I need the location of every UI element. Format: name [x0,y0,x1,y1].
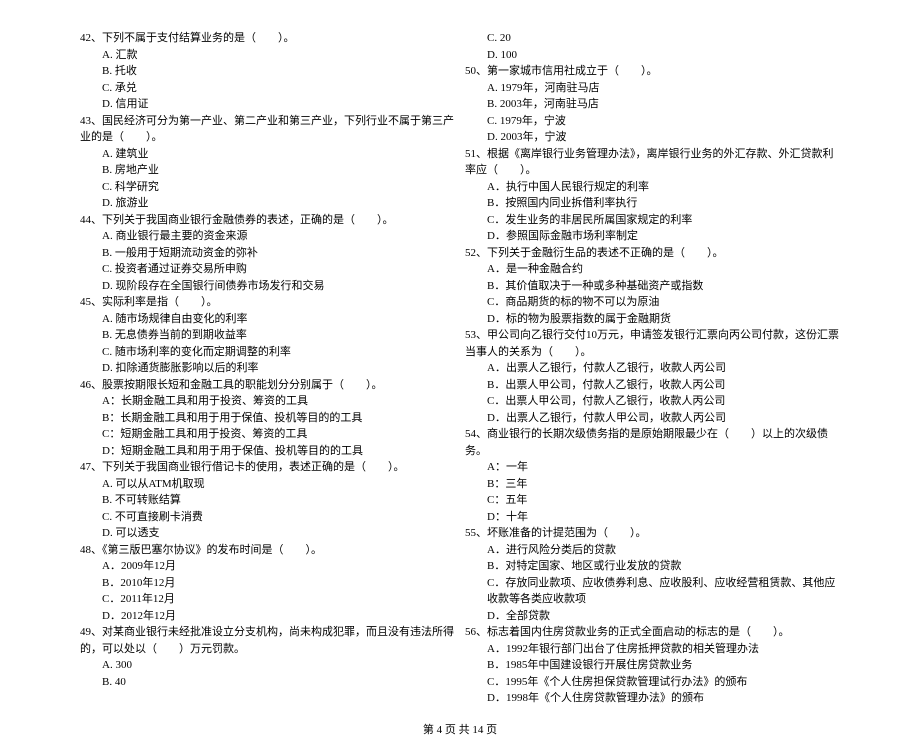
q51-a: A．执行中国人民银行规定的利率 [465,179,840,196]
q56-a: A．1992年银行部门出台了住房抵押贷款的相关管理办法 [465,641,840,658]
q49-c: C. 20 [465,30,840,47]
q53-d: D．出票人乙银行，付款人甲公司，收款人丙公司 [465,410,840,427]
q55-b: B．对特定国家、地区或行业发放的贷款 [465,558,840,575]
q55-text: 55、坏账准备的计提范围为（ ）。 [465,525,840,542]
q43-b: B. 房地产业 [80,162,455,179]
left-column: 42、下列不属于支付结算业务的是（ ）。 A. 汇款 B. 托收 C. 承兑 D… [80,30,455,707]
q46-a: A：长期金融工具和用于投资、筹资的工具 [80,393,455,410]
q49-text: 49、对某商业银行未经批准设立分支机构，尚未构成犯罪，而且没有违法所得的，可以处… [80,624,455,657]
q56-text: 56、标志着国内住房贷款业务的正式全面启动的标志的是（ ）。 [465,624,840,641]
right-column: C. 20 D. 100 50、第一家城市信用社成立于（ ）。 A. 1979年… [465,30,840,707]
q52-a: A．是一种金融合约 [465,261,840,278]
q52-c: C．商品期货的标的物不可以为原油 [465,294,840,311]
q54-b: B：三年 [465,476,840,493]
q51-c: C．发生业务的非居民所属国家规定的利率 [465,212,840,229]
q47-d: D. 可以透支 [80,525,455,542]
q44-b: B. 一般用于短期流动资金的弥补 [80,245,455,262]
q48-text: 48、《第三版巴塞尔协议》的发布时间是（ ）。 [80,542,455,559]
q53-b: B．出票人甲公司，付款人乙银行，收款人丙公司 [465,377,840,394]
q47-a: A. 可以从ATM机取现 [80,476,455,493]
q45-text: 45、实际利率是指（ ）。 [80,294,455,311]
q52-b: B．其价值取决于一种或多种基础资产或指数 [465,278,840,295]
q48-d: D．2012年12月 [80,608,455,625]
q48-c: C．2011年12月 [80,591,455,608]
q55-c: C．存放同业款项、应收债券利息、应收股利、应收经营租赁款、其他应收款等各类应收款… [465,575,840,608]
q47-b: B. 不可转账结算 [80,492,455,509]
q56-d: D．1998年《个人住房贷款管理办法》的颁布 [465,690,840,707]
q53-text: 53、甲公司向乙银行交付10万元，申请签发银行汇票向丙公司付款，这份汇票当事人的… [465,327,840,360]
q53-c: C．出票人甲公司，付款人乙银行，收款人丙公司 [465,393,840,410]
q44-text: 44、下列关于我国商业银行金融债券的表述，正确的是（ ）。 [80,212,455,229]
q48-a: A．2009年12月 [80,558,455,575]
q43-a: A. 建筑业 [80,146,455,163]
q50-a: A. 1979年，河南驻马店 [465,80,840,97]
q46-c: C：短期金融工具和用于投资、筹资的工具 [80,426,455,443]
q55-a: A．进行风险分类后的贷款 [465,542,840,559]
q49-b: B. 40 [80,674,455,691]
q43-text: 43、国民经济可分为第一产业、第二产业和第三产业，下列行业不属于第三产业的是（ … [80,113,455,146]
q56-c: C．1995年《个人住房担保贷款管理试行办法》的颁布 [465,674,840,691]
q56-b: B．1985年中国建设银行开展住房贷款业务 [465,657,840,674]
q44-c: C. 投资者通过证券交易所申购 [80,261,455,278]
q54-d: D：十年 [465,509,840,526]
q52-text: 52、下列关于金融衍生品的表述不正确的是（ ）。 [465,245,840,262]
q50-c: C. 1979年，宁波 [465,113,840,130]
q47-c: C. 不可直接刷卡消费 [80,509,455,526]
page-footer: 第 4 页 共 14 页 [80,722,840,738]
q45-c: C. 随市场利率的变化而定期调整的利率 [80,344,455,361]
q45-d: D. 扣除通货膨胀影响以后的利率 [80,360,455,377]
q42-b: B. 托收 [80,63,455,80]
q46-b: B：长期金融工具和用于用于保值、投机等目的的工具 [80,410,455,427]
q54-a: A：一年 [465,459,840,476]
q49-d: D. 100 [465,47,840,64]
q43-c: C. 科学研究 [80,179,455,196]
q48-b: B．2010年12月 [80,575,455,592]
q42-text: 42、下列不属于支付结算业务的是（ ）。 [80,30,455,47]
q42-c: C. 承兑 [80,80,455,97]
q44-a: A. 商业银行最主要的资金来源 [80,228,455,245]
q43-d: D. 旅游业 [80,195,455,212]
q50-text: 50、第一家城市信用社成立于（ ）。 [465,63,840,80]
q45-a: A. 随市场规律自由变化的利率 [80,311,455,328]
q51-b: B．按照国内同业拆借利率执行 [465,195,840,212]
q54-text: 54、商业银行的长期次级债务指的是原始期限最少在（ ）以上的次级债务。 [465,426,840,459]
q55-d: D．全部贷款 [465,608,840,625]
q51-text: 51、根据《离岸银行业务管理办法》，离岸银行业务的外汇存款、外汇贷款利率应（ ）… [465,146,840,179]
q50-d: D. 2003年，宁波 [465,129,840,146]
two-column-layout: 42、下列不属于支付结算业务的是（ ）。 A. 汇款 B. 托收 C. 承兑 D… [80,30,840,707]
q47-text: 47、下列关于我国商业银行借记卡的使用，表述正确的是（ ）。 [80,459,455,476]
q51-d: D．参照国际金融市场利率制定 [465,228,840,245]
q44-d: D. 现阶段存在全国银行间债券市场发行和交易 [80,278,455,295]
q50-b: B. 2003年，河南驻马店 [465,96,840,113]
q54-c: C：五年 [465,492,840,509]
q53-a: A．出票人乙银行，付款人乙银行，收款人丙公司 [465,360,840,377]
q46-d: D：短期金融工具和用于用于保值、投机等目的的工具 [80,443,455,460]
q42-d: D. 信用证 [80,96,455,113]
q42-a: A. 汇款 [80,47,455,64]
q46-text: 46、股票按期限长短和金融工具的职能划分分别属于（ ）。 [80,377,455,394]
q52-d: D．标的物为股票指数的属于金融期货 [465,311,840,328]
q49-a: A. 300 [80,657,455,674]
q45-b: B. 无息债券当前的到期收益率 [80,327,455,344]
